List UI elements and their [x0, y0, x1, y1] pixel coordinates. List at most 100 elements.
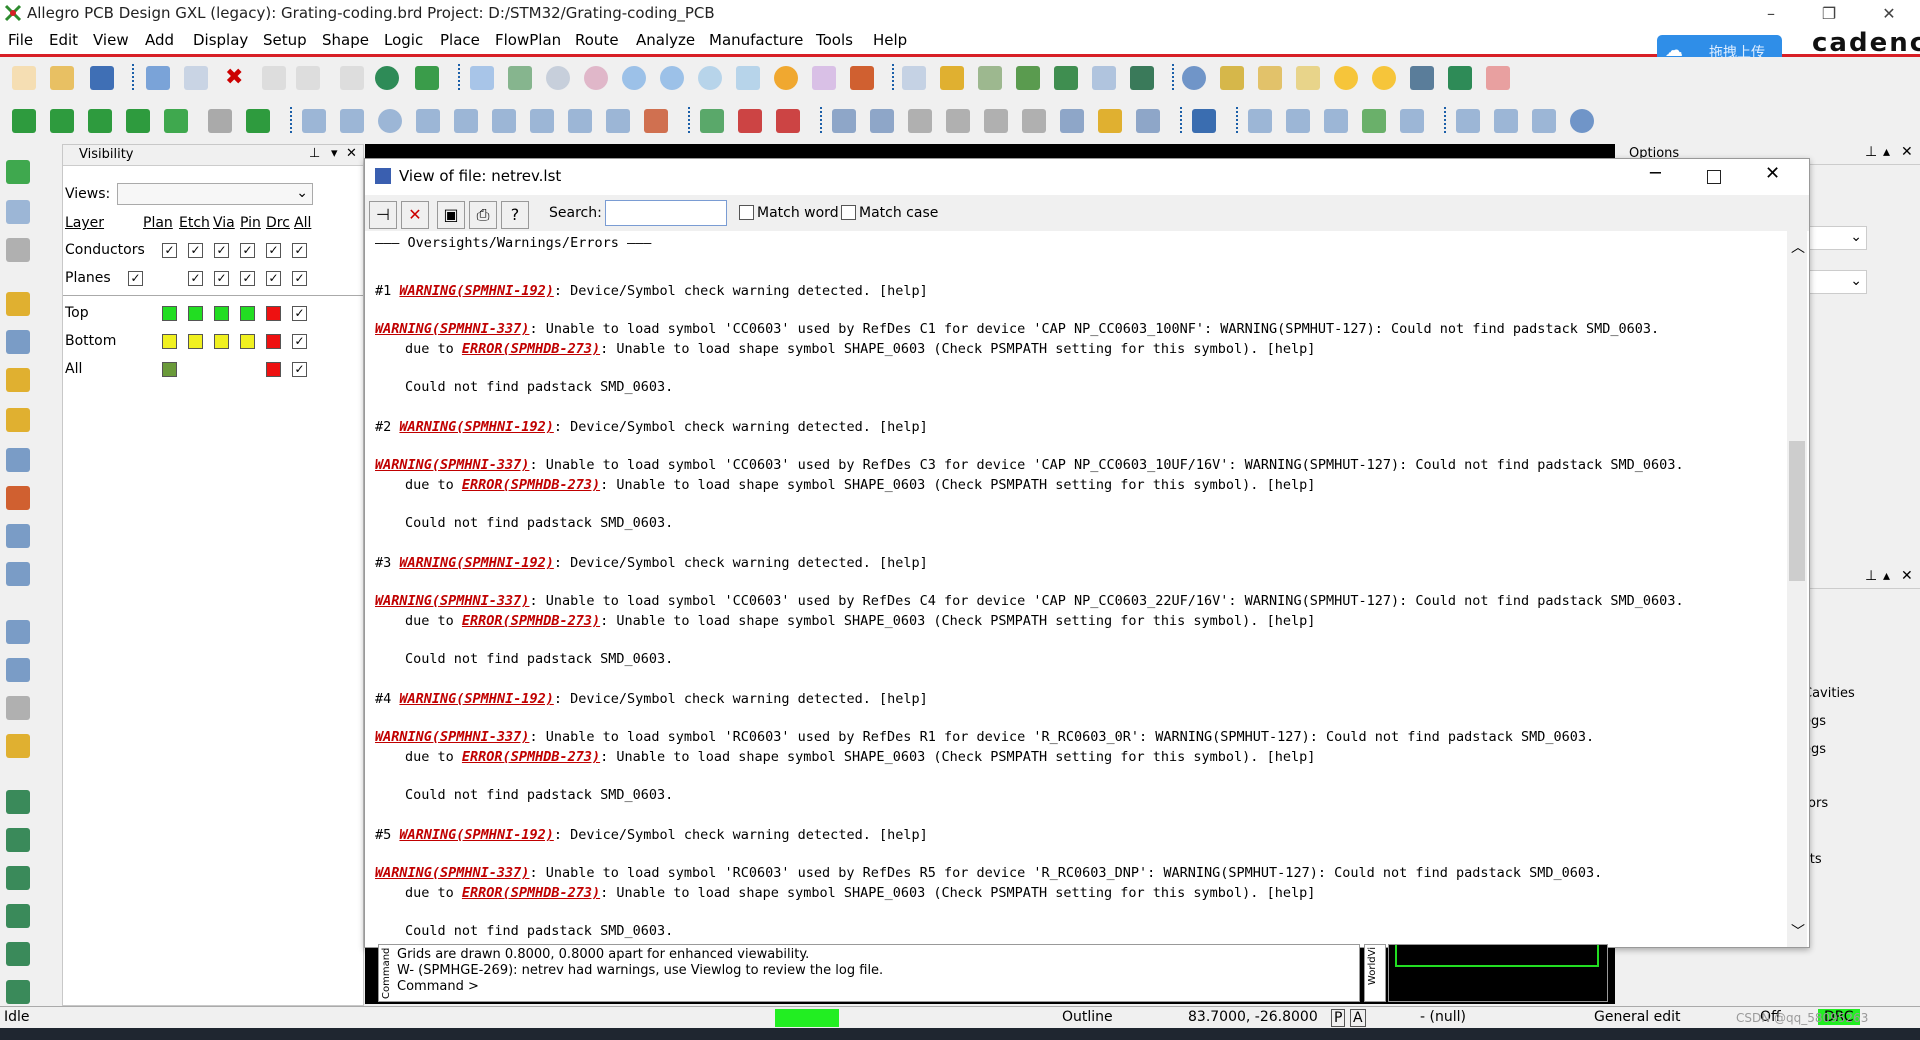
dimension-icon[interactable]: [738, 109, 762, 133]
rectangle-icon[interactable]: [340, 109, 364, 133]
zoom-previous-icon[interactable]: [698, 66, 722, 90]
cut-icon[interactable]: [1400, 109, 1424, 133]
planes-pin-checkbox[interactable]: ✓: [240, 271, 255, 286]
bottom-etch-swatch[interactable]: [188, 334, 203, 349]
options-select-1[interactable]: ⌄: [1805, 226, 1867, 250]
select-icon[interactable]: [416, 109, 440, 133]
top-via-swatch[interactable]: [214, 306, 229, 321]
top-pin-swatch[interactable]: [240, 306, 255, 321]
error-code-link[interactable]: ERROR(SPMHDB-273): [462, 477, 600, 493]
pin-icon[interactable]: ⊥: [1865, 568, 1877, 584]
menu-logic[interactable]: Logic: [384, 31, 423, 49]
zoom-points-icon[interactable]: [546, 66, 570, 90]
top-all-checkbox[interactable]: ✓: [292, 306, 307, 321]
drc-icon[interactable]: [1486, 66, 1510, 90]
circle-icon[interactable]: [378, 109, 402, 133]
frame-icon[interactable]: [606, 109, 630, 133]
close-panel-icon[interactable]: ✕: [346, 146, 357, 161]
minimize-button[interactable]: –: [1748, 0, 1794, 28]
flip-icon[interactable]: [850, 66, 874, 90]
vertical-scrollbar[interactable]: ︿ ﹀: [1787, 231, 1807, 947]
binary-icon[interactable]: [984, 109, 1008, 133]
shape-icon[interactable]: [375, 66, 399, 90]
redo-icon[interactable]: [296, 66, 320, 90]
line-icon[interactable]: [302, 109, 326, 133]
all-drc-swatch[interactable]: [266, 362, 281, 377]
dialog-close-button[interactable]: ✕: [1765, 163, 1780, 184]
scroll-thumb[interactable]: [1789, 441, 1805, 581]
warning-code-link[interactable]: WARNING(SPMHNI-192): [399, 283, 553, 299]
top-etch-swatch[interactable]: [188, 306, 203, 321]
status-p[interactable]: P: [1331, 1009, 1346, 1027]
pin-icon[interactable]: ⊥: [1865, 144, 1877, 160]
menu-tools[interactable]: Tools: [816, 31, 853, 49]
info-icon[interactable]: [1182, 66, 1206, 90]
tool-3-icon[interactable]: [6, 238, 30, 262]
boxes-icon[interactable]: [1324, 109, 1348, 133]
error-code-link[interactable]: ERROR(SPMHDB-273): [462, 885, 600, 901]
zoom-out-icon[interactable]: [660, 66, 684, 90]
undo-icon[interactable]: [262, 66, 286, 90]
planes-drc-checkbox[interactable]: ✓: [266, 271, 281, 286]
menu-shape[interactable]: Shape: [322, 31, 369, 49]
tool-edit-text-icon[interactable]: [6, 734, 30, 758]
worldview-window[interactable]: [1388, 944, 1608, 1002]
warning-code-link[interactable]: WARNING(SPMHNI-337): [375, 321, 529, 337]
top-plan-swatch[interactable]: [162, 306, 177, 321]
command-window[interactable]: Command Grids are drawn 0.8000, 0.8000 a…: [378, 944, 1360, 1002]
error-code-link[interactable]: ERROR(SPMHDB-273): [462, 341, 600, 357]
tool-8-icon[interactable]: [6, 448, 30, 472]
layer-1-icon[interactable]: [12, 109, 36, 133]
component-icon[interactable]: [644, 109, 668, 133]
top-drc-swatch[interactable]: [266, 306, 281, 321]
menu-view[interactable]: View: [93, 31, 129, 49]
tool-5-icon[interactable]: [6, 330, 30, 354]
match-word-checkbox[interactable]: [739, 205, 754, 220]
bottom-plan-swatch[interactable]: [162, 334, 177, 349]
save-icon[interactable]: ▣: [437, 201, 465, 229]
stackup-icon[interactable]: [1016, 66, 1040, 90]
error-code-link[interactable]: ERROR(SPMHDB-273): [462, 749, 600, 765]
scroll-up-icon[interactable]: ︿: [1791, 237, 1805, 257]
book-icon[interactable]: [870, 109, 894, 133]
layer-6-icon[interactable]: [208, 109, 232, 133]
col-drc[interactable]: Drc: [266, 215, 290, 231]
tool-slide-icon[interactable]: [6, 828, 30, 852]
command-prompt[interactable]: Command >: [397, 979, 479, 994]
dialog-minimize-button[interactable]: ─: [1650, 163, 1661, 184]
tool-2-icon[interactable]: [6, 200, 30, 224]
col-all[interactable]: All: [294, 215, 311, 231]
tool-route-icon[interactable]: [6, 790, 30, 814]
wave-icon[interactable]: [1192, 109, 1216, 133]
help-icon[interactable]: [1570, 109, 1594, 133]
open-folder-icon[interactable]: [50, 66, 74, 90]
print-icon[interactable]: ⎙: [469, 201, 497, 229]
tool-7-icon[interactable]: [6, 408, 30, 432]
layer-7-icon[interactable]: [246, 109, 270, 133]
dialog-maximize-button[interactable]: [1707, 170, 1721, 184]
options-select-2[interactable]: ⌄: [1805, 270, 1867, 294]
conductors-drc-checkbox[interactable]: ✓: [266, 243, 281, 258]
light-icon[interactable]: [1334, 66, 1358, 90]
menu-setup[interactable]: Setup: [263, 31, 307, 49]
planes-via-checkbox[interactable]: ✓: [214, 271, 229, 286]
menu-route[interactable]: Route: [575, 31, 619, 49]
planes-etch-checkbox[interactable]: ✓: [188, 271, 203, 286]
warning-code-link[interactable]: WARNING(SPMHNI-192): [399, 555, 553, 571]
menu-file[interactable]: File: [8, 31, 33, 49]
camera-icon[interactable]: [700, 109, 724, 133]
layer-3-icon[interactable]: [88, 109, 112, 133]
warning-code-link[interactable]: WARNING(SPMHNI-337): [375, 593, 529, 609]
new-file-icon[interactable]: [12, 66, 36, 90]
planes-all-checkbox[interactable]: ✓: [292, 271, 307, 286]
conductors-etch-checkbox[interactable]: ✓: [188, 243, 203, 258]
planes-plan-checkbox[interactable]: ✓: [128, 271, 143, 286]
bars-icon[interactable]: [1410, 66, 1434, 90]
pin-icon[interactable]: ⊣: [369, 201, 397, 229]
warning-code-link[interactable]: WARNING(SPMHNI-337): [375, 865, 529, 881]
close-button[interactable]: ✕: [1866, 0, 1912, 28]
bottom-all-checkbox[interactable]: ✓: [292, 334, 307, 349]
help-icon[interactable]: ?: [501, 201, 529, 229]
close-panel-icon[interactable]: ✕: [1901, 144, 1913, 160]
dimension-linear-icon[interactable]: [776, 109, 800, 133]
